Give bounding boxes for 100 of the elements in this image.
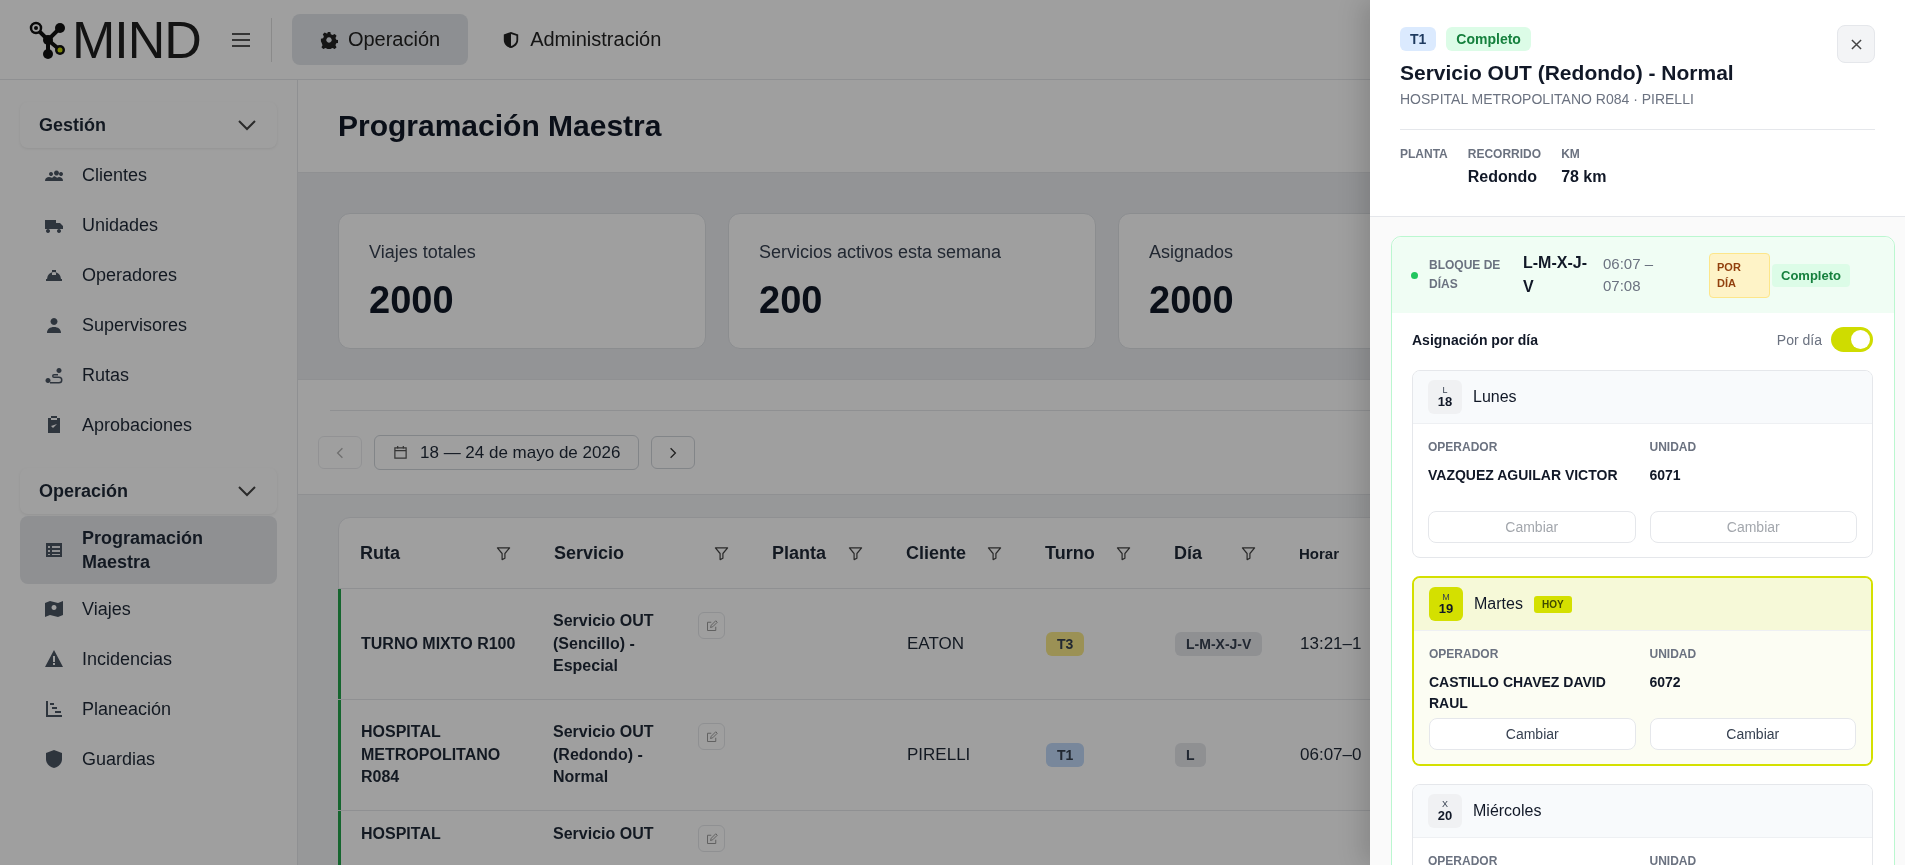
per-day-toggle[interactable]	[1831, 327, 1873, 352]
person-icon	[44, 315, 64, 335]
field-value: 78 km	[1561, 168, 1607, 186]
date-badge: M 19	[1429, 587, 1463, 621]
filter-icon[interactable]	[987, 545, 1002, 561]
sidebar-item[interactable]: Guardias	[20, 734, 277, 784]
gear-icon	[319, 30, 338, 49]
stat-value: 2000	[369, 279, 454, 322]
column-header: Turno	[1045, 542, 1095, 564]
today-tag: HOY	[1533, 595, 1572, 613]
map-icon	[44, 599, 64, 619]
field-label: UNIDAD	[1649, 854, 1698, 865]
detail-title: Servicio OUT (Redondo) - Normal	[1400, 61, 1735, 85]
days-tag: L	[1175, 743, 1206, 767]
sidebar-group-header[interactable]: Gestión	[20, 102, 277, 148]
field-label: UNIDAD	[1649, 440, 1698, 454]
sidebar-item[interactable]: Operadores	[20, 250, 277, 300]
shift-tag: T3	[1046, 632, 1085, 656]
stat-label: Servicios activos esta semana	[759, 242, 1002, 263]
table-cell-text: Servicio OUT (Redondo) - Normal	[553, 722, 655, 788]
field-value: 6071	[1649, 466, 1682, 485]
field-label: RECORRIDO	[1467, 147, 1542, 161]
field-label: KM	[1561, 147, 1581, 161]
days-tag: L-M-X-J-V	[1175, 632, 1263, 656]
column-header: Planta	[772, 542, 827, 564]
sidebar-item[interactable]: Clientes	[20, 150, 277, 200]
field-label: OPERADOR	[1428, 854, 1499, 865]
page-title: Programación Maestra	[338, 109, 662, 143]
list-icon	[44, 540, 64, 560]
change-button[interactable]: Cambiar	[1649, 718, 1856, 750]
nav-tab[interactable]: Operación	[291, 14, 469, 65]
pencil-icon	[705, 619, 718, 632]
table-cell: EATON	[907, 634, 964, 653]
filter-icon[interactable]	[496, 545, 511, 561]
column-header: Día	[1174, 542, 1202, 564]
stat-label: Asignados	[1149, 242, 1234, 263]
logo-wordmark: MIND	[72, 13, 201, 66]
close-button[interactable]	[1837, 25, 1875, 63]
table-cell: PIRELLI	[907, 745, 971, 764]
sidebar-item[interactable]: Unidades	[20, 200, 277, 250]
group-title: Operación	[39, 480, 129, 502]
field-value: 6072	[1649, 673, 1682, 692]
sidebar-group-header[interactable]: Operación	[20, 468, 277, 514]
table-cell-text: HOSPITAL METROPOLITANO R084	[360, 722, 502, 788]
sidebar-item[interactable]: Programación Maestra	[20, 516, 277, 584]
filter-icon[interactable]	[848, 545, 863, 561]
route-icon	[44, 365, 64, 385]
sidebar-item[interactable]: Supervisores	[20, 300, 277, 350]
group-title: Gestión	[39, 114, 106, 136]
column-header: Ruta	[360, 542, 400, 564]
detail-subtitle: HOSPITAL METROPOLITANO R084 · PIRELLI	[1400, 91, 1875, 130]
table-cell: 06:07–0	[1300, 745, 1362, 764]
field-value: VAZQUEZ AGUILAR VICTOR	[1428, 466, 1619, 485]
column-header: Cliente	[906, 542, 966, 564]
sidebar-item[interactable]: Incidencias	[20, 634, 277, 684]
pencil-icon	[705, 730, 718, 743]
sidebar-item[interactable]: Rutas	[20, 350, 277, 400]
chevron-right-icon	[669, 446, 678, 459]
shift-tag: T1	[1046, 743, 1085, 767]
calendar-icon	[393, 445, 408, 460]
block-days: L-M-X-J-V	[1523, 251, 1589, 299]
close-icon	[1850, 38, 1862, 50]
table-cell: 13:21–1	[1300, 634, 1362, 653]
stat-label: Viajes totales	[369, 242, 476, 263]
field-value: CASTILLO CHAVEZ DAVID RAUL	[1429, 673, 1607, 713]
table-cell-text: HOSPITAL	[360, 824, 442, 844]
status-dot-icon	[1411, 271, 1418, 279]
chart-steps-icon	[44, 699, 64, 719]
date-badge: X 20	[1428, 794, 1462, 828]
stat-value: 200	[759, 279, 823, 322]
day-name: Martes	[1474, 595, 1523, 613]
shield-icon	[502, 30, 521, 49]
block-label: BLOQUE DE DÍAS	[1429, 256, 1502, 293]
field-label: PLANTA	[1400, 147, 1448, 161]
shield-icon	[44, 749, 64, 769]
field-label: OPERADOR	[1428, 440, 1499, 454]
field-label: OPERADOR	[1429, 647, 1500, 661]
change-button[interactable]: Cambiar	[1429, 718, 1636, 750]
section-title: Asignación por día	[1412, 331, 1539, 348]
date-range-button[interactable]: 18 — 24 de mayo de 2026	[374, 435, 640, 470]
sidebar-item[interactable]: Planeación	[20, 684, 277, 734]
block-time: 06:07 – 07:08	[1603, 253, 1655, 296]
status-tag: Completo	[1446, 27, 1531, 51]
pencil-icon	[705, 832, 718, 845]
date-badge: L 18	[1428, 380, 1462, 414]
field-value: Redondo	[1467, 168, 1539, 186]
filter-icon[interactable]	[1241, 545, 1256, 561]
table-cell-text: TURNO MIXTO R100	[360, 633, 517, 654]
shift-tag: T1	[1400, 27, 1437, 51]
filter-icon[interactable]	[1116, 545, 1131, 561]
filter-icon[interactable]	[714, 545, 729, 561]
nav-tab[interactable]: Administración	[474, 14, 690, 65]
toggle-label: Por día	[1776, 331, 1822, 348]
sidebar-item[interactable]: Aprobaciones	[20, 400, 277, 450]
day-name: Lunes	[1473, 388, 1517, 406]
warning-icon	[44, 649, 64, 669]
column-header: Servicio	[554, 542, 625, 564]
day-name: Miércoles	[1473, 802, 1542, 820]
menu-icon[interactable]	[230, 31, 251, 48]
sidebar-item[interactable]: Viajes	[20, 584, 277, 634]
